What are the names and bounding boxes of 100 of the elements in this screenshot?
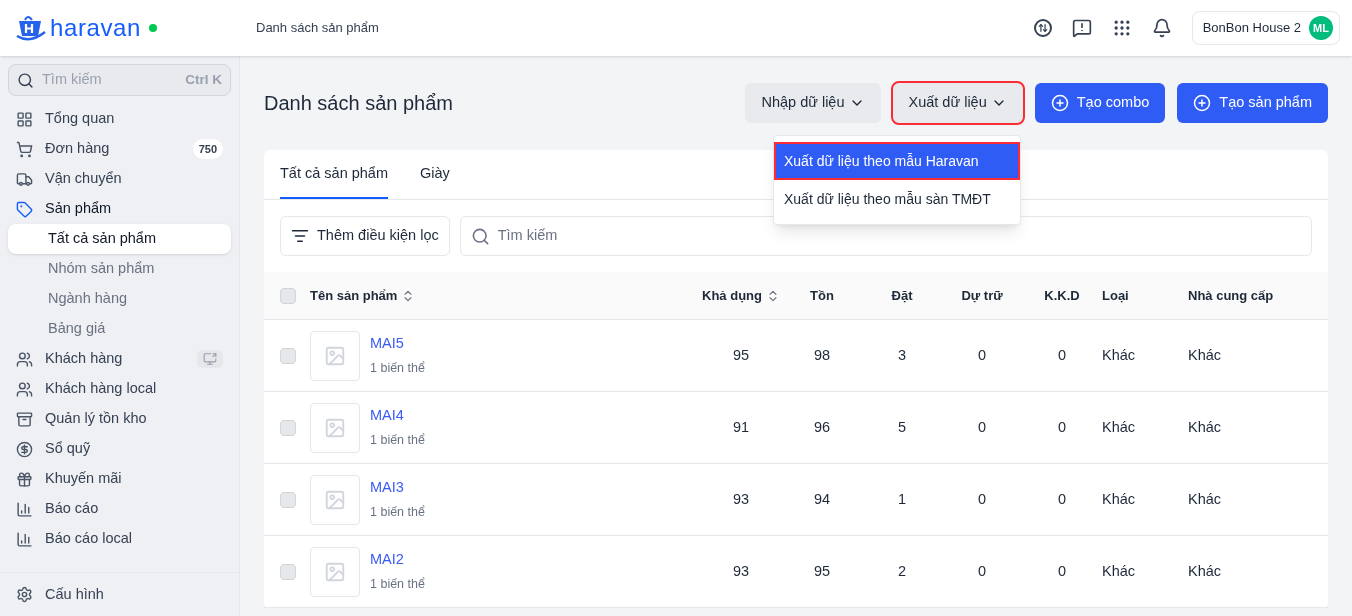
- tag-icon: [16, 200, 33, 218]
- row-checkbox[interactable]: [280, 347, 296, 364]
- table-cell-text: Khác: [1102, 561, 1137, 581]
- table-cell-text: Khác: [1102, 345, 1137, 365]
- variant-count: 1 biến thể: [370, 432, 425, 449]
- table-cell-text: 94: [812, 489, 832, 509]
- image-icon: [324, 416, 346, 439]
- column-header[interactable]: Tên sản phẩm: [310, 285, 700, 306]
- people-icon: [16, 350, 33, 368]
- tab[interactable]: Tất cả sản phẩm: [280, 150, 388, 199]
- grid-icon: [16, 110, 33, 128]
- row-checkbox[interactable]: [280, 419, 296, 436]
- archive-icon: [16, 410, 33, 428]
- table-cell-text: 91: [731, 417, 751, 437]
- settings-item[interactable]: Cấu hình: [0, 572, 239, 616]
- search-field[interactable]: Tìm kiếm: [459, 216, 1312, 256]
- search-input[interactable]: Tìm kiếm: [497, 225, 1301, 247]
- plus-circle-icon: [1193, 94, 1212, 112]
- truck-icon: [16, 170, 33, 188]
- column-header: Loại: [1102, 286, 1130, 305]
- table-cell-text: 3: [896, 345, 908, 365]
- table-cell-text: Khác: [1102, 489, 1137, 509]
- image-icon: [324, 560, 346, 583]
- select-all-checkbox[interactable]: [280, 287, 296, 304]
- menu-item[interactable]: Xuất dữ liệu theo mẫu sàn TMĐT: [774, 180, 1020, 218]
- sidebar-subitem[interactable]: Tất cả sản phẩm: [8, 224, 231, 254]
- product-link[interactable]: MAI3: [370, 477, 425, 499]
- search-icon: [470, 226, 490, 246]
- product-link[interactable]: MAI2: [370, 549, 425, 571]
- page-title: Danh sách sản phẩm: [264, 91, 454, 116]
- table-cell-text: Khác: [1188, 345, 1223, 365]
- table-cell-text: 93: [731, 489, 751, 509]
- image-icon: [324, 344, 346, 367]
- sidebar-item[interactable]: Vận chuyển: [0, 164, 239, 194]
- column-header: Tồn: [809, 286, 835, 305]
- people-icon: [16, 380, 33, 398]
- table-cell-text: 0: [976, 345, 988, 365]
- sidebar-subitem[interactable]: Bảng giá: [8, 314, 231, 344]
- table-cell-text: 96: [812, 417, 832, 437]
- column-header: Nhà cung cấp: [1188, 286, 1275, 305]
- sidebar-item[interactable]: Đơn hàng 750: [0, 134, 239, 164]
- gear-icon: [16, 586, 33, 603]
- bar-chart-icon: [16, 500, 33, 518]
- notification-icon[interactable]: [1151, 18, 1172, 38]
- column-header: K.K.D: [1043, 286, 1081, 305]
- table-cell-text: 0: [976, 417, 988, 437]
- table-cell-text: 95: [731, 345, 751, 365]
- search-input[interactable]: Tìm kiếm: [42, 69, 178, 91]
- filter-icon: [291, 227, 309, 245]
- column-header[interactable]: Khả dụng: [700, 285, 782, 306]
- count-badge: 750: [192, 138, 223, 160]
- table-cell-text: 0: [976, 489, 988, 509]
- dropdown-button[interactable]: Nhập dữ liệu: [745, 83, 881, 123]
- row-checkbox[interactable]: [280, 491, 296, 508]
- product-link[interactable]: MAI4: [370, 405, 425, 427]
- table-cell-text: 0: [976, 561, 988, 581]
- store-switcher[interactable]: BonBon House 2 ML: [1191, 11, 1340, 45]
- variant-count: 1 biến thể: [370, 504, 425, 521]
- dropdown-button[interactable]: Xuất dữ liệu: [892, 83, 1023, 123]
- gift-icon: [16, 470, 33, 488]
- table-cell-text: 0: [1056, 417, 1068, 437]
- sidebar-subitem[interactable]: Ngành hàng: [8, 284, 231, 314]
- table-cell-text: 0: [1056, 345, 1068, 365]
- table-cell-text: 5: [896, 417, 908, 437]
- column-header: Đặt: [890, 286, 914, 305]
- create-button[interactable]: Tạo sản phẩm: [1177, 83, 1328, 123]
- sidebar-item[interactable]: Tổng quan: [0, 104, 239, 134]
- filter-button[interactable]: Thêm điều kiện lọc: [280, 216, 450, 256]
- logo-icon: [16, 14, 46, 42]
- table-cell-text: 93: [731, 561, 751, 581]
- sidebar-item[interactable]: Sản phẩm: [0, 194, 239, 224]
- sidebar-item[interactable]: Báo cáo: [0, 494, 239, 524]
- feedback-icon[interactable]: [1071, 18, 1092, 38]
- sidebar-item[interactable]: Khách hàng local: [0, 374, 239, 404]
- menu-item[interactable]: Xuất dữ liệu theo mẫu Haravan: [774, 142, 1020, 180]
- bar-chart-icon: [16, 530, 33, 548]
- avatar: ML: [1309, 16, 1333, 40]
- create-button[interactable]: Tạo combo: [1034, 83, 1166, 123]
- table-cell-text: 0: [1056, 489, 1068, 509]
- exchange-icon[interactable]: [1033, 19, 1052, 37]
- column-header: Dự trữ: [960, 286, 1004, 305]
- tab[interactable]: Giày: [420, 150, 450, 199]
- product-link[interactable]: MAI5: [370, 333, 425, 355]
- sidebar-item[interactable]: Báo cáo local: [0, 524, 239, 554]
- sidebar-subitem[interactable]: Nhóm sản phẩm: [8, 254, 231, 284]
- table-cell-text: Khác: [1188, 489, 1223, 509]
- sidebar-item[interactable]: Quản lý tồn kho: [0, 404, 239, 434]
- brand-name: haravan: [50, 13, 141, 43]
- screen-share-button[interactable]: [197, 350, 223, 368]
- sidebar-item[interactable]: Sổ quỹ: [0, 434, 239, 464]
- table-cell-text: Khác: [1188, 417, 1223, 437]
- dollar-icon: [16, 440, 33, 458]
- cart-icon: [16, 140, 33, 158]
- sidebar-item[interactable]: Khách hàng: [0, 344, 239, 374]
- sidebar-item[interactable]: Khuyến mãi: [0, 464, 239, 494]
- search-icon: [17, 71, 34, 89]
- plus-circle-icon: [1050, 94, 1069, 112]
- table-cell-text: 2: [896, 561, 908, 581]
- image-icon: [324, 488, 346, 511]
- row-checkbox[interactable]: [280, 563, 296, 580]
